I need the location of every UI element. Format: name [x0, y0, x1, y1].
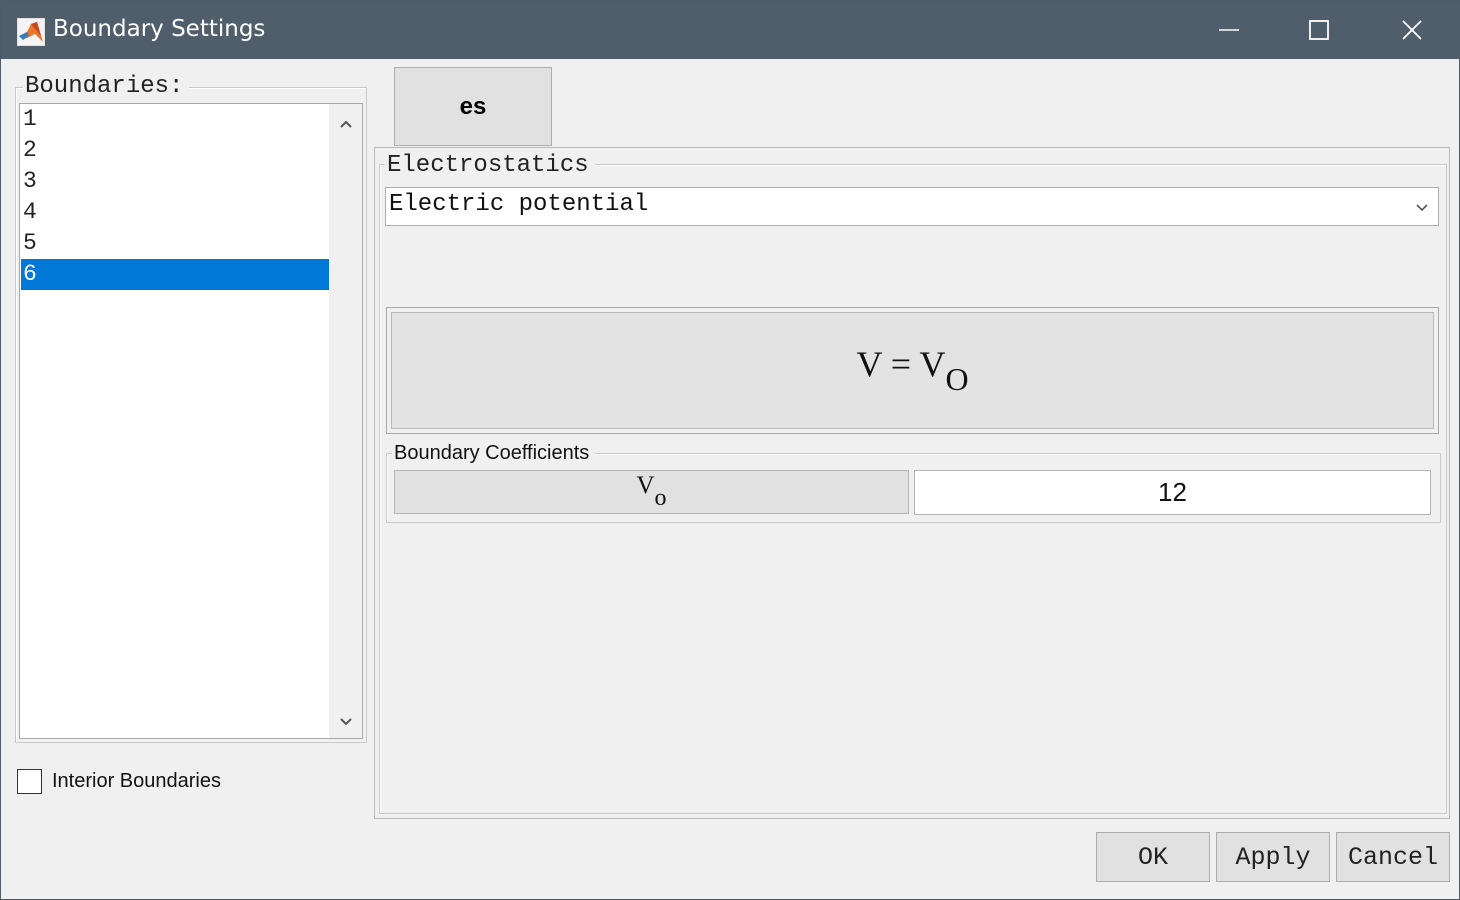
chevron-down-icon	[1416, 203, 1428, 211]
equation-display: V = VO	[391, 312, 1434, 429]
coefficient-symbol-sub: o	[654, 485, 667, 511]
dropdown-button[interactable]	[1406, 188, 1438, 225]
boundaries-list[interactable]: 1 2 3 4 5 6	[19, 103, 363, 739]
apply-button[interactable]: Apply	[1216, 832, 1330, 882]
scroll-down-icon[interactable]	[338, 714, 354, 730]
coefficients-label: Boundary Coefficients	[392, 442, 596, 465]
ok-button[interactable]: OK	[1096, 832, 1210, 882]
window-title: Boundary Settings	[53, 16, 266, 42]
minimize-icon	[1219, 29, 1239, 31]
list-item[interactable]: 1	[21, 104, 329, 135]
matlab-icon	[17, 18, 45, 46]
coefficient-value-input[interactable]: 12	[914, 470, 1431, 515]
boundary-condition-value: Electric potential	[389, 191, 649, 218]
tab-es[interactable]: es	[394, 67, 552, 146]
electrostatics-label: Electrostatics	[385, 152, 595, 179]
list-item[interactable]: 3	[21, 166, 329, 197]
list-item[interactable]: 5	[21, 228, 329, 259]
title-bar[interactable]: Boundary Settings	[1, 1, 1460, 59]
interior-boundaries-checkbox[interactable]	[17, 769, 42, 794]
equation-subscript: O	[945, 361, 969, 397]
list-scrollbar[interactable]	[329, 104, 362, 738]
list-item-selected[interactable]: 6	[21, 259, 329, 290]
boundaries-label: Boundaries:	[23, 73, 190, 100]
maximize-button[interactable]	[1273, 1, 1365, 59]
boundary-settings-window: Boundary Settings Boundaries: 1 2 3 4 5 …	[0, 0, 1460, 900]
list-item[interactable]: 4	[21, 197, 329, 228]
coefficient-symbol: Vo	[394, 470, 909, 514]
equation-panel: V = VO	[386, 307, 1439, 434]
maximize-icon	[1309, 20, 1329, 40]
equation: V = VO	[856, 343, 968, 398]
list-item[interactable]: 2	[21, 135, 329, 166]
minimize-button[interactable]	[1183, 1, 1275, 59]
interior-boundaries-label: Interior Boundaries	[52, 770, 221, 792]
close-icon	[1402, 20, 1422, 40]
close-button[interactable]	[1366, 1, 1458, 59]
cancel-button[interactable]: Cancel	[1336, 832, 1450, 882]
equation-lhs: V = V	[856, 344, 946, 384]
boundary-condition-select[interactable]: Electric potential	[385, 187, 1439, 226]
scroll-up-icon[interactable]	[338, 116, 354, 132]
coefficient-symbol-base: V	[636, 472, 655, 499]
